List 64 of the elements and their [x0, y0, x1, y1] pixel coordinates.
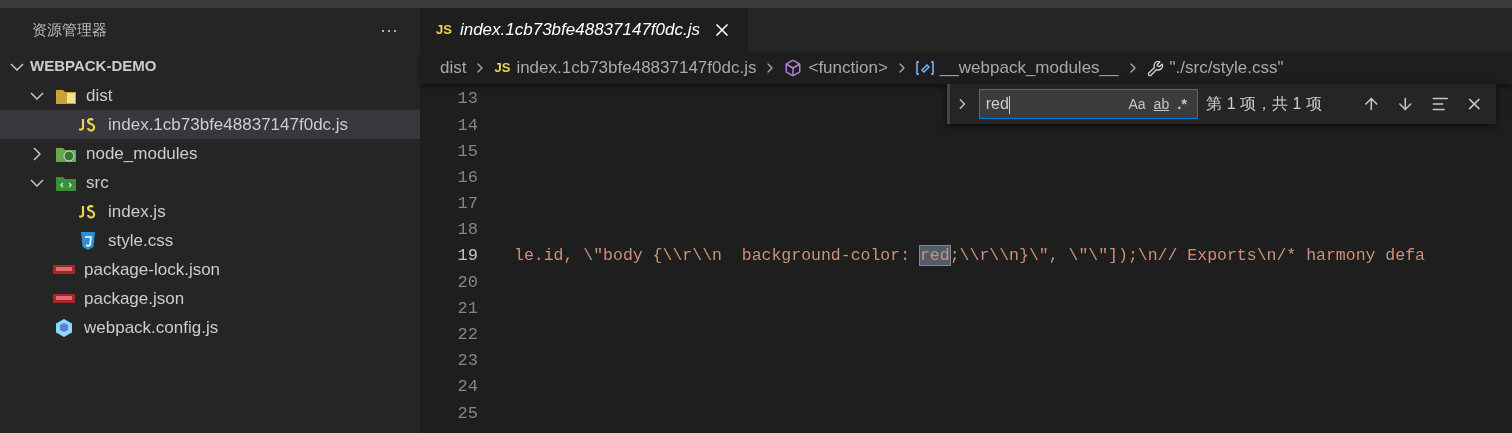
- tree-item[interactable]: dist: [0, 81, 420, 110]
- chevron-down-icon: [30, 178, 44, 187]
- tab-label: index.1cb73bfe48837147f0dc.js: [459, 19, 700, 42]
- tree-item[interactable]: style.css: [0, 226, 420, 255]
- wrench-icon: [1146, 59, 1164, 77]
- file-name: node_modules: [86, 142, 198, 165]
- line-number: 21: [456, 297, 478, 320]
- tree-item[interactable]: index.js: [0, 197, 420, 226]
- npm-icon: [53, 294, 75, 303]
- search-value: red: [985, 94, 1011, 116]
- line-number: 17: [456, 193, 478, 216]
- file-name: src: [86, 171, 109, 194]
- tree-item[interactable]: node_modules: [0, 139, 420, 168]
- line-number: 23: [456, 350, 478, 373]
- more-button[interactable]: ···: [380, 21, 398, 39]
- match-count: 第 1 项，共 1 项: [1206, 94, 1323, 114]
- file-name: package-lock.json: [84, 258, 221, 281]
- file-name: index.js: [108, 200, 166, 223]
- tree-item[interactable]: src: [0, 168, 420, 197]
- line-number: 18: [456, 219, 478, 242]
- tree-item[interactable]: package-lock.json: [0, 255, 420, 284]
- breadcrumb-item[interactable]: "./src/style.css": [1169, 55, 1284, 81]
- line-number: 14: [456, 114, 478, 137]
- regex-toggle[interactable]: .*: [1173, 92, 1192, 116]
- js-label: JS: [436, 21, 452, 40]
- file-name: dist: [86, 84, 113, 107]
- search-field[interactable]: red Aa ab .*: [978, 89, 1199, 119]
- tree-item[interactable]: webpack.config.js: [0, 313, 420, 342]
- line-number: 13: [456, 88, 478, 111]
- chevron-down-icon: [10, 62, 24, 71]
- cube-icon: [784, 59, 803, 77]
- css-file-icon: [80, 231, 96, 250]
- js-label: JS: [494, 59, 511, 78]
- line-number: 15: [456, 140, 478, 163]
- line-number: 22: [456, 324, 478, 347]
- breadcrumb-item[interactable]: __webpack_modules__: [939, 55, 1119, 81]
- line-number: 20: [456, 271, 478, 294]
- line-number: 25: [456, 402, 478, 425]
- project-name: WEBPACK-DEMO: [30, 56, 157, 77]
- breadcrumb-item[interactable]: <function>: [808, 55, 888, 81]
- project-header[interactable]: WEBPACK-DEMO: [0, 52, 420, 81]
- chevron-down-icon: [30, 91, 44, 100]
- whole-word-toggle[interactable]: ab: [1149, 93, 1174, 115]
- editor-tab[interactable]: JS index.1cb73bfe48837147f0dc.js: [420, 8, 748, 52]
- breadcrumb-item[interactable]: index.1cb73bfe48837147f0dc.js: [516, 55, 757, 81]
- tree-item[interactable]: package.json: [0, 284, 420, 313]
- js-file-icon: [79, 117, 97, 132]
- npm-icon: [53, 265, 75, 274]
- match-case-toggle[interactable]: Aa: [1124, 93, 1150, 115]
- panel-title: 资源管理器: [32, 19, 107, 40]
- line-number: 24: [456, 376, 478, 399]
- line-number: 19: [456, 245, 478, 268]
- chevron-right-icon: [33, 146, 41, 161]
- file-name: style.css: [108, 229, 174, 252]
- tree-item[interactable]: index.1cb73bfe48837147f0dc.js: [0, 110, 420, 139]
- js-file-icon: [79, 204, 97, 219]
- line-number: 16: [456, 166, 478, 189]
- cube-icon: [54, 317, 74, 338]
- breadcrumb-item[interactable]: dist: [440, 55, 467, 81]
- file-name: webpack.config.js: [84, 316, 219, 339]
- file-name: package.json: [84, 287, 185, 310]
- file-name: index.1cb73bfe48837147f0dc.js: [108, 113, 349, 136]
- code-line: le.id, \"body {\\r\\n background-color: red;\\r\\n}\", \"\"]);\n// Exports\n/* harmony defa: [514, 244, 1425, 267]
- variable-icon: [915, 61, 934, 75]
